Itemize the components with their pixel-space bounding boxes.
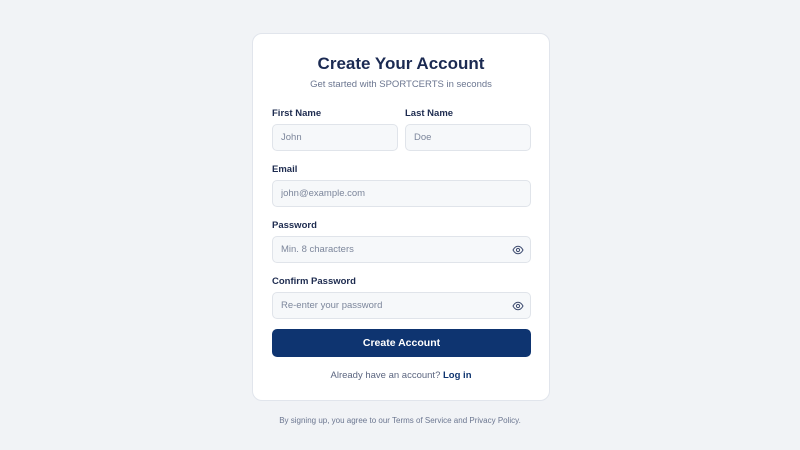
password-input[interactable] (273, 237, 530, 262)
create-account-button[interactable]: Create Account (272, 329, 531, 357)
email-field-wrapper (272, 180, 531, 207)
login-link[interactable]: Log in (443, 370, 472, 381)
page-title: Create Your Account (317, 54, 485, 73)
last-name-field-wrapper (405, 124, 531, 151)
email-input[interactable] (273, 181, 530, 206)
first-name-field-wrapper (272, 124, 398, 151)
password-label: Password (272, 220, 317, 231)
page-subtitle: Get started with SPORTCERTS in seconds (310, 79, 492, 90)
password-field-wrapper (272, 236, 531, 263)
confirm-password-input[interactable] (273, 293, 530, 318)
login-prompt-row: Already have an account? Log in (253, 370, 549, 381)
first-name-input[interactable] (273, 125, 397, 150)
terms-notice: By signing up, you agree to our Terms of… (279, 416, 521, 425)
confirm-password-label: Confirm Password (272, 276, 356, 287)
last-name-input[interactable] (406, 125, 530, 150)
confirm-password-field-wrapper (272, 292, 531, 319)
signup-card: Create Your Account Get started with SPO… (252, 33, 550, 401)
eye-icon[interactable] (512, 300, 524, 312)
email-label: Email (272, 164, 298, 175)
eye-icon[interactable] (512, 244, 524, 256)
first-name-label: First Name (272, 108, 322, 119)
login-prompt-text: Already have an account? (330, 370, 441, 381)
last-name-label: Last Name (405, 108, 454, 119)
